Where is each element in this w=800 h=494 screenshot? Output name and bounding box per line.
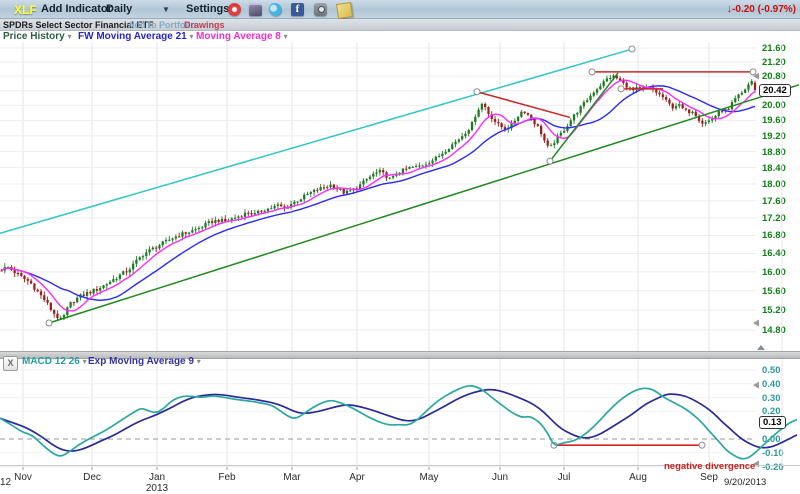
chevron-down-icon: ▾ bbox=[190, 32, 194, 41]
fw-ma21-dropdown[interactable]: FW Moving Average 21 ▾ bbox=[78, 31, 194, 42]
chart-canvas[interactable] bbox=[0, 0, 800, 494]
twitter-icon[interactable] bbox=[269, 3, 282, 16]
drawings-link[interactable]: Drawings bbox=[184, 20, 225, 30]
main-toolbar: XLF Add Indicator Daily ▼ Settings f ↓-0… bbox=[0, 0, 800, 19]
add-indicator-button[interactable]: Add Indicator bbox=[41, 3, 112, 15]
chevron-down-icon: ▾ bbox=[284, 32, 288, 41]
symbol-bar: SPDRs Select Sector Financial ETF Add to… bbox=[0, 19, 800, 31]
interval-select[interactable]: Daily bbox=[106, 3, 132, 15]
ma8-dropdown[interactable]: Moving Average 8 ▾ bbox=[196, 31, 288, 42]
change-value: -0.20 (-0.97%) bbox=[732, 4, 796, 15]
chevron-down-icon: ▾ bbox=[67, 32, 71, 41]
negative-divergence-annotation: negative divergence bbox=[664, 461, 755, 472]
macd-dropdown[interactable]: MACD 12 26 ▾ bbox=[22, 356, 87, 367]
interval-dropdown-arrow-icon[interactable]: ▼ bbox=[162, 5, 170, 14]
contacts-icon[interactable] bbox=[249, 3, 262, 16]
exp-ma9-dropdown[interactable]: Exp Moving Average 9 ▾ bbox=[88, 356, 201, 367]
notes-icon[interactable] bbox=[336, 2, 353, 19]
facebook-icon[interactable]: f bbox=[291, 3, 304, 16]
last-price-box: 20.42 bbox=[759, 84, 791, 97]
symbol-tab[interactable]: XLF bbox=[14, 3, 37, 17]
year-label-left: 12 bbox=[0, 477, 11, 488]
settings-button[interactable]: Settings bbox=[186, 3, 229, 15]
camera-icon[interactable] bbox=[314, 3, 327, 16]
close-macd-button[interactable]: X bbox=[3, 356, 18, 371]
scroll-up-arrow-icon[interactable] bbox=[757, 345, 765, 350]
chevron-down-icon: ▾ bbox=[83, 357, 87, 366]
alarm-icon[interactable] bbox=[228, 3, 241, 16]
price-change-readout: ↓-0.20 (-0.97%) bbox=[727, 3, 796, 15]
chevron-down-icon: ▾ bbox=[197, 357, 201, 366]
footer-date: 9/20/2013 bbox=[724, 477, 766, 488]
macd-last-value-box: 0.13 bbox=[759, 416, 786, 429]
price-history-dropdown[interactable]: Price History ▾ bbox=[3, 31, 72, 42]
